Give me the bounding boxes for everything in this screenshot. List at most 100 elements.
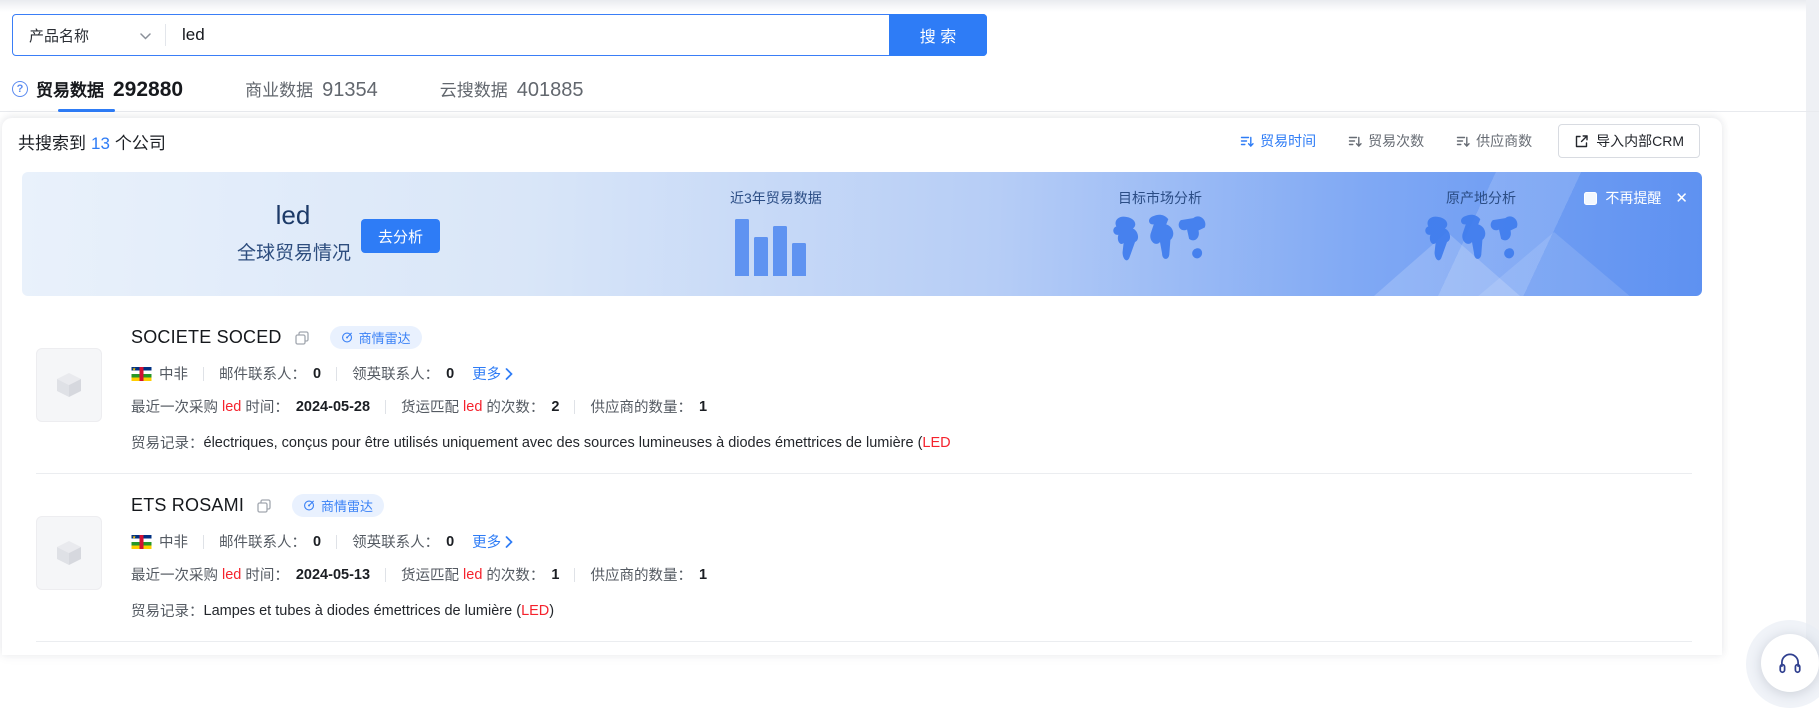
badge-label: 商情雷达 (359, 328, 411, 347)
badge-label: 商情雷达 (321, 496, 373, 515)
linkedin-contacts-value: 0 (446, 366, 454, 382)
tab-count: 401885 (517, 79, 584, 102)
separator (385, 400, 386, 414)
sort-label: 贸易时间 (1260, 131, 1316, 151)
keyword-highlight: LED (922, 435, 950, 451)
chevron-down-icon (140, 27, 151, 44)
search-input[interactable] (166, 15, 986, 55)
tab-count: 292880 (113, 78, 183, 102)
tab-label: 云搜数据 (440, 76, 508, 101)
headset-icon (1777, 650, 1803, 676)
more-link[interactable]: 更多 (472, 363, 513, 384)
last-purchase-date: 2024-05-13 (296, 567, 370, 583)
banner-chart-label: 近3年贸易数据 (730, 188, 822, 208)
search-category-dropdown[interactable]: 产品名称 (13, 15, 165, 55)
trade-stats-row: 最近一次采购led时间： 2024-05-28 货运匹配led的次数： 2 供应… (131, 396, 1692, 417)
sort-icon (1240, 134, 1254, 148)
keyword-highlight: led (463, 567, 482, 583)
tabs-row: ? 贸易数据 292880 商业数据 91354 云搜数据 401885 (0, 66, 1819, 112)
radar-icon (341, 331, 354, 344)
supplier-count: 1 (699, 399, 707, 415)
trade-record-row: 贸易记录： Lampes et tubes à diodes émettrice… (131, 600, 1692, 621)
dismiss-label[interactable]: 不再提醒 (1605, 188, 1661, 208)
trade-record-text: Lampes et tubes à diodes émettrices de l… (204, 603, 522, 619)
import-crm-label: 导入内部CRM (1596, 131, 1684, 151)
tab-cloud-search-data[interactable]: 云搜数据 401885 (440, 76, 584, 102)
separator (336, 535, 337, 549)
sort-by-trade-count[interactable]: 贸易次数 (1348, 131, 1424, 151)
results-header: 共搜索到13个公司 贸易时间 贸易次数 供应商数 导入内部CRM (2, 118, 1722, 164)
trade-stats-row: 最近一次采购led时间： 2024-05-13 货运匹配led的次数： 1 供应… (131, 564, 1692, 585)
email-contacts-value: 0 (313, 366, 321, 382)
box-icon (52, 368, 86, 402)
tab-label: 商业数据 (245, 76, 313, 101)
company-name[interactable]: SOCIETE SOCED (131, 327, 282, 348)
copy-icon[interactable] (294, 330, 310, 346)
company-card: ETS ROSAMI 商情雷达 中非 邮件联系人： 0 领英联系人： (2, 474, 1722, 641)
world-map-icon (1420, 210, 1524, 274)
results-toolbar: 贸易时间 贸易次数 供应商数 导入内部CRM (1208, 124, 1700, 158)
world-map-icon (1108, 210, 1212, 274)
trade-bar (773, 226, 787, 276)
trade-record-row: 贸易记录： électriques, conçus pour être util… (131, 432, 1692, 453)
business-radar-badge[interactable]: 商情雷达 (330, 326, 422, 349)
keyword-highlight: led (222, 567, 241, 583)
sort-icon (1348, 134, 1362, 148)
keyword-highlight: led (463, 399, 482, 415)
trade-bar (754, 237, 768, 276)
separator (574, 400, 575, 414)
business-radar-badge[interactable]: 商情雷达 (292, 494, 384, 517)
tab-count: 91354 (322, 79, 378, 102)
sort-by-trade-time[interactable]: 贸易时间 (1240, 131, 1316, 151)
sort-label: 供应商数 (1476, 131, 1532, 151)
contact-row: 中非 邮件联系人： 0 领英联系人： 0 更多 (131, 363, 1692, 384)
company-card-body: ETS ROSAMI 商情雷达 中非 邮件联系人： 0 领英联系人： (131, 494, 1692, 621)
last-purchase-date: 2024-05-28 (296, 399, 370, 415)
tab-label: 贸易数据 (36, 76, 104, 101)
linkedin-contacts-value: 0 (446, 534, 454, 550)
search-category-label: 产品名称 (29, 25, 89, 46)
chevron-right-icon (505, 536, 513, 548)
country-label: 中非 (159, 531, 188, 552)
linkedin-contacts-label: 领英联系人： (352, 531, 439, 552)
analyze-button[interactable]: 去分析 (361, 219, 440, 253)
customer-service-button[interactable] (1761, 634, 1819, 692)
separator (336, 367, 337, 381)
company-logo-placeholder (36, 348, 102, 422)
separator (385, 568, 386, 582)
help-icon[interactable]: ? (12, 81, 28, 97)
results-count-text: 共搜索到13个公司 (18, 129, 166, 154)
tab-business-data[interactable]: 商业数据 91354 (245, 76, 378, 102)
trade-record-label: 贸易记录： (131, 432, 204, 453)
close-icon[interactable]: ✕ (1675, 189, 1688, 207)
sort-label: 贸易次数 (1368, 131, 1424, 151)
company-card: SOCIETE SOCED 商情雷达 中非 邮件联系人： 0 领英联系人： (2, 296, 1722, 473)
analysis-banner: led 全球贸易情况 去分析 近3年贸易数据 目标市场分析 原产地分析 (22, 172, 1702, 296)
keyword-highlight: led (222, 399, 241, 415)
box-icon (52, 536, 86, 570)
keyword-highlight: LED (521, 603, 549, 619)
import-crm-button[interactable]: 导入内部CRM (1558, 124, 1700, 158)
separator (203, 367, 204, 381)
banner-origin-label: 原产地分析 (1446, 188, 1516, 208)
company-logo-placeholder (36, 516, 102, 590)
sort-by-supplier-count[interactable]: 供应商数 (1456, 131, 1532, 151)
active-tab-underline (58, 109, 115, 112)
copy-icon[interactable] (256, 498, 272, 514)
search-button[interactable]: 搜 索 (889, 14, 987, 56)
more-link[interactable]: 更多 (472, 531, 513, 552)
email-contacts-value: 0 (313, 534, 321, 550)
banner-subtitle: 全球贸易情况 (237, 238, 349, 265)
separator (203, 535, 204, 549)
flag-central-african-republic-icon (131, 535, 152, 549)
company-name[interactable]: ETS ROSAMI (131, 495, 244, 516)
results-panel: 共搜索到13个公司 贸易时间 贸易次数 供应商数 导入内部CRM (2, 118, 1722, 655)
flag-central-african-republic-icon (131, 367, 152, 381)
tab-trade-data[interactable]: 贸易数据 292880 (36, 76, 183, 102)
export-icon (1574, 134, 1589, 149)
trade-bars-chart (735, 219, 806, 276)
banner-dismiss-group: 不再提醒 ✕ (1584, 188, 1688, 208)
radar-icon (303, 499, 316, 512)
dismiss-checkbox[interactable] (1584, 192, 1597, 205)
freight-match-count: 1 (551, 567, 559, 583)
